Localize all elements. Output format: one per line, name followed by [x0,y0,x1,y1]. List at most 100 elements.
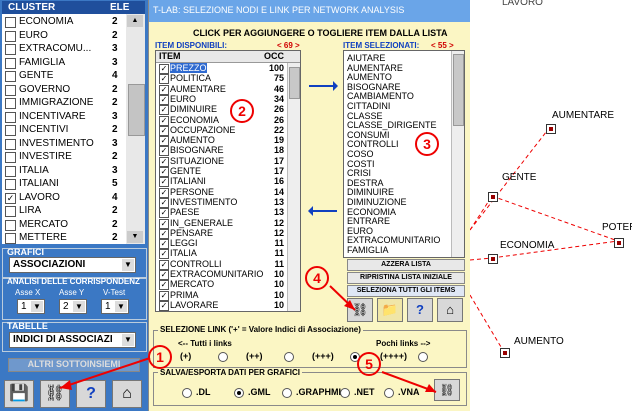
export-network-icon[interactable]: ⛓ [434,379,460,401]
scroll-thumb[interactable] [128,84,145,136]
item-name: DIMINUIRE [170,104,217,115]
item-occ: 17 [273,155,284,166]
graph-node[interactable] [614,238,624,248]
cluster-checkbox[interactable] [5,233,16,244]
help-icon[interactable]: ? [407,298,433,322]
export-option-label: .GML [248,387,271,397]
cluster-count: 2 [112,151,118,162]
selected-item-name: DESTRA [347,177,384,188]
graph-node[interactable] [546,124,556,134]
help-icon[interactable]: ? [76,380,106,408]
export-option-label: .NET [354,387,375,397]
export-option-radio[interactable] [384,388,394,398]
save-icon[interactable]: 💾 [4,380,34,408]
cluster-checkbox[interactable] [5,138,16,150]
selected-scrollbar[interactable] [451,51,464,257]
item-occ: 19 [273,135,284,146]
cluster-list-scrollbar[interactable]: ▲ ▼ [126,14,145,244]
vtest-select[interactable]: 1 ▼ [101,299,129,314]
graph-node-label: AUMENTARE [552,110,615,121]
cluster-checkbox[interactable] [5,219,16,231]
cluster-checkbox[interactable] [5,111,16,123]
item-name: LAVORARE [170,299,219,310]
export-option-radio[interactable] [340,388,350,398]
cluster-checkbox[interactable]: ✓ [5,192,16,204]
cluster-checkbox[interactable] [5,165,16,177]
scroll-thumb[interactable] [453,54,464,126]
cluster-checkbox[interactable] [5,98,16,109]
tabelle-select[interactable]: INDICI DI ASSOCIAZI ▼ [9,332,136,348]
asse-y-select[interactable]: 2 ▼ [59,299,87,314]
tabelle-select-value: INDICI DI ASSOCIAZI [13,334,113,345]
item-name: PAESE [170,207,200,218]
cluster-name: ITALIA [19,164,49,176]
item-checkbox[interactable]: ✓ [159,300,169,311]
altri-sottoinsiemi-button[interactable]: ALTRI SOTTOINSIEMI [8,358,140,372]
link-option-radio[interactable] [218,352,228,362]
cluster-checkbox[interactable] [5,17,16,28]
cluster-checkbox[interactable] [5,57,16,69]
item-name: IN_GENERALE [170,217,234,228]
graph-node[interactable] [500,348,510,358]
chevron-down-icon[interactable]: ▼ [122,259,134,271]
cluster-list[interactable]: ECONOMIA 2 EURO 2 EXTRACOMU... 3 FAMIGLIA 3 GENT… [2,14,126,244]
folder-icon[interactable]: 📁 [377,298,403,322]
tabelle-title: TABELLE [7,321,48,331]
link-option-radio[interactable] [284,352,294,362]
scroll-up-icon[interactable]: ▲ [127,15,143,27]
cluster-count: 3 [112,56,118,68]
available-item-row[interactable]: ✓ LAVORARE 10 [156,300,300,311]
home-icon[interactable]: ⌂ [112,380,142,408]
export-option-radio[interactable] [182,388,192,398]
selected-items-list[interactable]: AIUTARE AUMENTARE AUMENTO BISOGNARE CAMBIAME… [343,50,465,258]
export-option-radio[interactable] [234,388,244,398]
cluster-row[interactable]: METTERE 2 [2,230,126,244]
cluster-name: ECONOMIA [19,16,74,27]
available-items-list[interactable]: ITEM OCC ✓ PREZZO 100 ✓ POLITICA 75 ✓ AUMENTARE… [155,50,301,312]
scroll-thumb[interactable] [289,67,300,99]
item-name: AUMENTARE [170,83,226,94]
cluster-name: METTERE [19,232,67,243]
asse-y-value: 2 [63,301,69,312]
cluster-name: EXTRACOMU... [19,43,92,54]
cluster-checkbox[interactable] [5,179,16,190]
cluster-name: FAMIGLIA [19,56,66,68]
export-option-radio[interactable] [282,388,292,398]
cluster-checkbox[interactable] [5,71,16,82]
available-scrollbar[interactable] [287,63,300,311]
ripristina-lista-button[interactable]: RIPRISTINA LISTA INIZIALE [347,272,465,284]
home-icon[interactable]: ⌂ [437,298,463,322]
cluster-col-header: CLUSTER [8,2,56,13]
item-occ: 12 [273,217,284,228]
tabelle-group: TABELLE INDICI DI ASSOCIAZI ▼ [2,321,147,352]
network-graph-icon[interactable]: ⛓ [347,298,373,322]
azzera-lista-button[interactable]: AZZERA LISTA [347,259,465,271]
seleziona-tutti-button[interactable]: SELEZIONA TUTTI GLI ITEMS [347,285,465,297]
cluster-checkbox[interactable] [5,30,16,42]
selected-item-name: DIMINUIRE [347,187,394,198]
scroll-down-icon[interactable]: ▼ [127,231,143,243]
selected-item-row[interactable]: FAMIGLIA [344,245,464,256]
cluster-checkbox[interactable] [5,125,16,136]
asse-x-select[interactable]: 1 ▼ [17,299,45,314]
chevron-down-icon[interactable]: ▼ [115,301,127,312]
chevron-down-icon[interactable]: ▼ [122,334,134,346]
chevron-down-icon[interactable]: ▼ [73,301,85,312]
item-occ: 11 [274,258,284,269]
graph-node[interactable] [488,254,498,264]
move-right-icon[interactable] [307,78,339,94]
cluster-checkbox[interactable] [5,206,16,217]
move-left-icon[interactable] [307,203,339,219]
item-name: AUMENTO [170,135,215,146]
network-icon[interactable]: ⛓ [40,380,70,408]
callout-4: 4 [305,266,329,290]
chevron-down-icon[interactable]: ▼ [31,301,43,312]
cluster-checkbox[interactable] [5,44,16,55]
link-option-radio[interactable] [418,352,428,362]
item-occ: 46 [273,83,284,94]
graph-node[interactable] [488,192,498,202]
grafici-select[interactable]: ASSOCIAZIONI ▼ [9,257,136,273]
cluster-checkbox[interactable] [5,152,16,163]
item-name: PRIMA [170,289,199,300]
cluster-checkbox[interactable] [5,84,16,96]
